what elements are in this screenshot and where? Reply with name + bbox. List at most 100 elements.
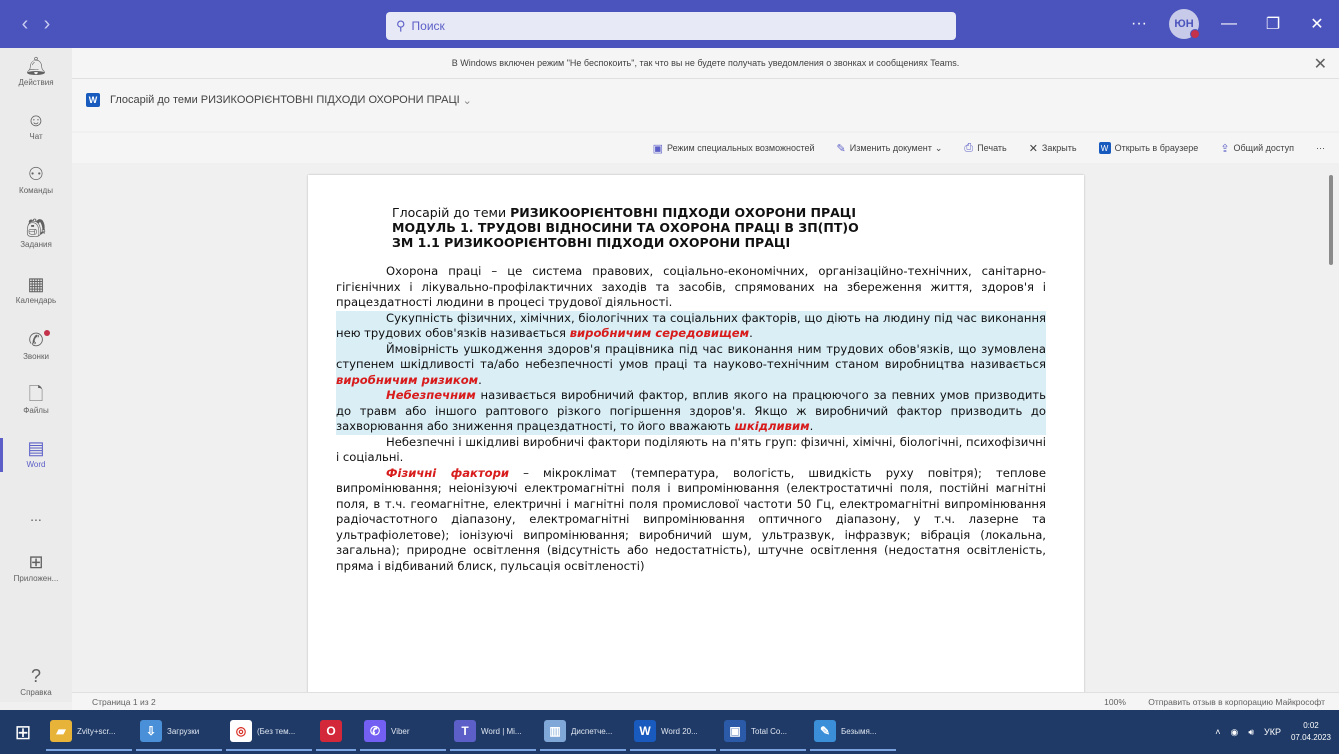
edit-document-button[interactable]: ✎ Изменить документ ⌄ (837, 142, 943, 155)
taskbar-item[interactable]: T Word | Mi... (450, 713, 536, 751)
document-heading: Глосарій до теми РИЗИКООРІЄНТОВНІ ПІДХОД… (336, 205, 1046, 250)
rail-item-word[interactable]: ▤ Word (0, 438, 72, 472)
viber-icon: ✆ (364, 720, 386, 742)
rail-item-apps[interactable]: ⊞ Приложен... (0, 552, 72, 583)
heading-line-2: МОДУЛЬ 1. ТРУДОВІ ВІДНОСИНИ ТА ОХОРОНА П… (392, 220, 1046, 235)
rail-item-calendar[interactable]: ▦ Календарь (0, 274, 72, 305)
pencil-icon: ✎ (836, 142, 846, 155)
print-button[interactable]: ⎙ Печать (964, 142, 1006, 155)
app-rail: 🔔︎ Действия ☺ Чат ⚇ Команды 🎒︎ Задания ▦… (0, 48, 72, 702)
more-options-button[interactable]: ··· (1117, 15, 1161, 33)
back-arrow-icon[interactable]: ‹ (14, 13, 36, 36)
document-toolbar: ▣ Режим специальных возможностей ✎ Изменит… (72, 133, 1339, 163)
clock[interactable]: 0:02 07.04.2023 (1291, 720, 1331, 744)
toolbar-more-button[interactable]: ··· (1316, 143, 1325, 153)
taskbar-item-label: (Без тем... (257, 726, 296, 736)
taskbar-item[interactable]: O (316, 713, 356, 751)
share-icon: ⇪ (1220, 142, 1230, 155)
rail-label: Word (26, 460, 46, 469)
word-icon: W (1098, 142, 1111, 154)
rail-item-activity[interactable]: 🔔︎ Действия (0, 56, 72, 87)
notification-dot (44, 330, 50, 336)
help-icon: ? (30, 666, 41, 686)
term-highlight: Фізичні фактори (386, 465, 510, 480)
taskbar-item[interactable]: ✆ Viber (360, 713, 446, 751)
paint-icon: ✎ (814, 720, 836, 742)
vertical-scrollbar[interactable] (1329, 175, 1333, 265)
search-icon: ⚲ (396, 18, 406, 33)
volume-icon[interactable]: 🔊︎ (1248, 727, 1254, 738)
more-icon: ... (30, 508, 42, 524)
rail-label: Файлы (23, 406, 49, 415)
teams-icon: ⚇ (27, 164, 45, 184)
button-label: Закрыть (1041, 143, 1077, 153)
taskbar-item[interactable]: ⇩ Загрузки (136, 713, 222, 751)
accessibility-mode-button[interactable]: ▣ Режим специальных возможностей (653, 142, 815, 155)
document-title-dropdown[interactable]: W Глосарій до теми РИЗИКООРІЄНТОВНІ ПІДХ… (86, 93, 472, 107)
close-window-icon[interactable]: ✕ (1295, 14, 1339, 34)
taskbar-item-label: Безымя... (841, 726, 877, 736)
taskbar-item[interactable]: ✎ Безымя... (810, 713, 896, 751)
page-indicator: Страница 1 из 2 (92, 697, 156, 707)
rail-item-files[interactable]: 🗋 Файлы (0, 384, 72, 415)
rail-label: Команды (19, 186, 53, 195)
apps-icon: ⊞ (28, 552, 44, 572)
heading-topic: РИЗИКООРІЄНТОВНІ ПІДХОДИ ОХОРОНИ ПРАЦІ (510, 205, 857, 220)
avatar[interactable]: ЮН (1169, 9, 1200, 39)
taskbar-item[interactable]: W Word 20... (630, 713, 716, 751)
calendar-icon: ▦ (27, 274, 45, 294)
rail-label: Чат (29, 132, 43, 141)
word-icon: ▤ (27, 438, 45, 458)
rail-item-teams[interactable]: ⚇ Команды (0, 164, 72, 195)
total-commander-icon: ▣ (724, 720, 746, 742)
rail-label: Приложен... (13, 574, 59, 583)
taskbar-item[interactable]: ▣ Total Co... (720, 713, 806, 751)
zoom-level[interactable]: 100% (1104, 697, 1126, 707)
open-in-browser-button[interactable]: W Открыть в браузере (1098, 142, 1198, 154)
language-indicator[interactable]: УКР (1264, 727, 1281, 737)
search-placeholder: Поиск (411, 19, 445, 33)
document-page: Глосарій до теми РИЗИКООРІЄНТОВНІ ПІДХОД… (308, 175, 1084, 692)
tray-chevron-icon[interactable]: ˄ (1215, 727, 1220, 737)
bell-icon: 🔔︎ (24, 56, 48, 76)
heading-submodule: ЗМ 1.1 РИЗИКООРІЄНТОВНІ ПІДХОДИ ОХОРОНИ … (392, 235, 791, 250)
rail-label: Задания (20, 240, 52, 249)
taskbar-apps: ▰ Zvity+scr... ⇩ Загрузки ◎ (Без тем... O ✆ Vibe… (46, 713, 900, 751)
close-document-button[interactable]: ✕ Закрыть (1029, 142, 1077, 155)
rail-item-more[interactable]: ... (0, 506, 72, 524)
rail-item-calls[interactable]: ✆ Звонки (0, 330, 72, 361)
search-box[interactable]: ⚲ Поиск (386, 12, 956, 40)
chevron-down-icon: ⌄ (462, 94, 472, 107)
rail-item-chat[interactable]: ☺ Чат (0, 110, 72, 141)
taskbar-item-label: Viber (391, 726, 410, 736)
taskbar-item[interactable]: ▥ Диспетче... (540, 713, 626, 751)
forward-arrow-icon[interactable]: › (36, 13, 58, 36)
taskbar-item-label: Диспетче... (571, 726, 613, 736)
share-button[interactable]: ⇪ Общий доступ (1220, 142, 1294, 155)
taskbar-item-label: Word | Mi... (481, 726, 522, 736)
notice-text: В Windows включен режим "Не беспокоить",… (451, 58, 960, 68)
close-icon[interactable]: ✕ (1314, 54, 1327, 74)
windows-start-icon[interactable]: ⊞ (0, 710, 46, 754)
rail-item-help[interactable]: ? Справка (0, 666, 72, 697)
downloads-folder-icon: ⇩ (140, 720, 162, 742)
assignments-icon: 🎒︎ (24, 218, 48, 238)
feedback-link[interactable]: Отправить отзыв в корпорацию Майкрософт (1148, 697, 1325, 707)
maximize-icon[interactable]: ❐ (1251, 14, 1295, 34)
document-viewer[interactable]: Глосарій до теми РИЗИКООРІЄНТОВНІ ПІДХОД… (72, 165, 1339, 692)
accessibility-icon: ▣ (652, 142, 663, 155)
paragraph-text: Небезпечні і шкідливі виробничі фактори … (336, 434, 1046, 465)
term-highlight: Небезпечним (386, 388, 476, 402)
chat-icon: ☺ (26, 110, 46, 130)
minimize-icon[interactable]: — (1207, 15, 1251, 33)
term-highlight: виробничим середовищем (569, 326, 750, 340)
document-content: Глосарій до теми РИЗИКООРІЄНТОВНІ ПІДХОД… (336, 205, 1046, 574)
rail-item-assignments[interactable]: 🎒︎ Задания (0, 218, 72, 249)
document-header: W Глосарій до теми РИЗИКООРІЄНТОВНІ ПІДХ… (72, 79, 1339, 131)
button-label: Печать (977, 143, 1007, 153)
taskbar-item[interactable]: ▰ Zvity+scr... (46, 713, 132, 751)
network-icon[interactable]: ◉ (1230, 727, 1238, 738)
phone-icon: ✆ (28, 330, 44, 350)
term-highlight: шкідливим (734, 419, 810, 433)
taskbar-item[interactable]: ◎ (Без тем... (226, 713, 312, 751)
